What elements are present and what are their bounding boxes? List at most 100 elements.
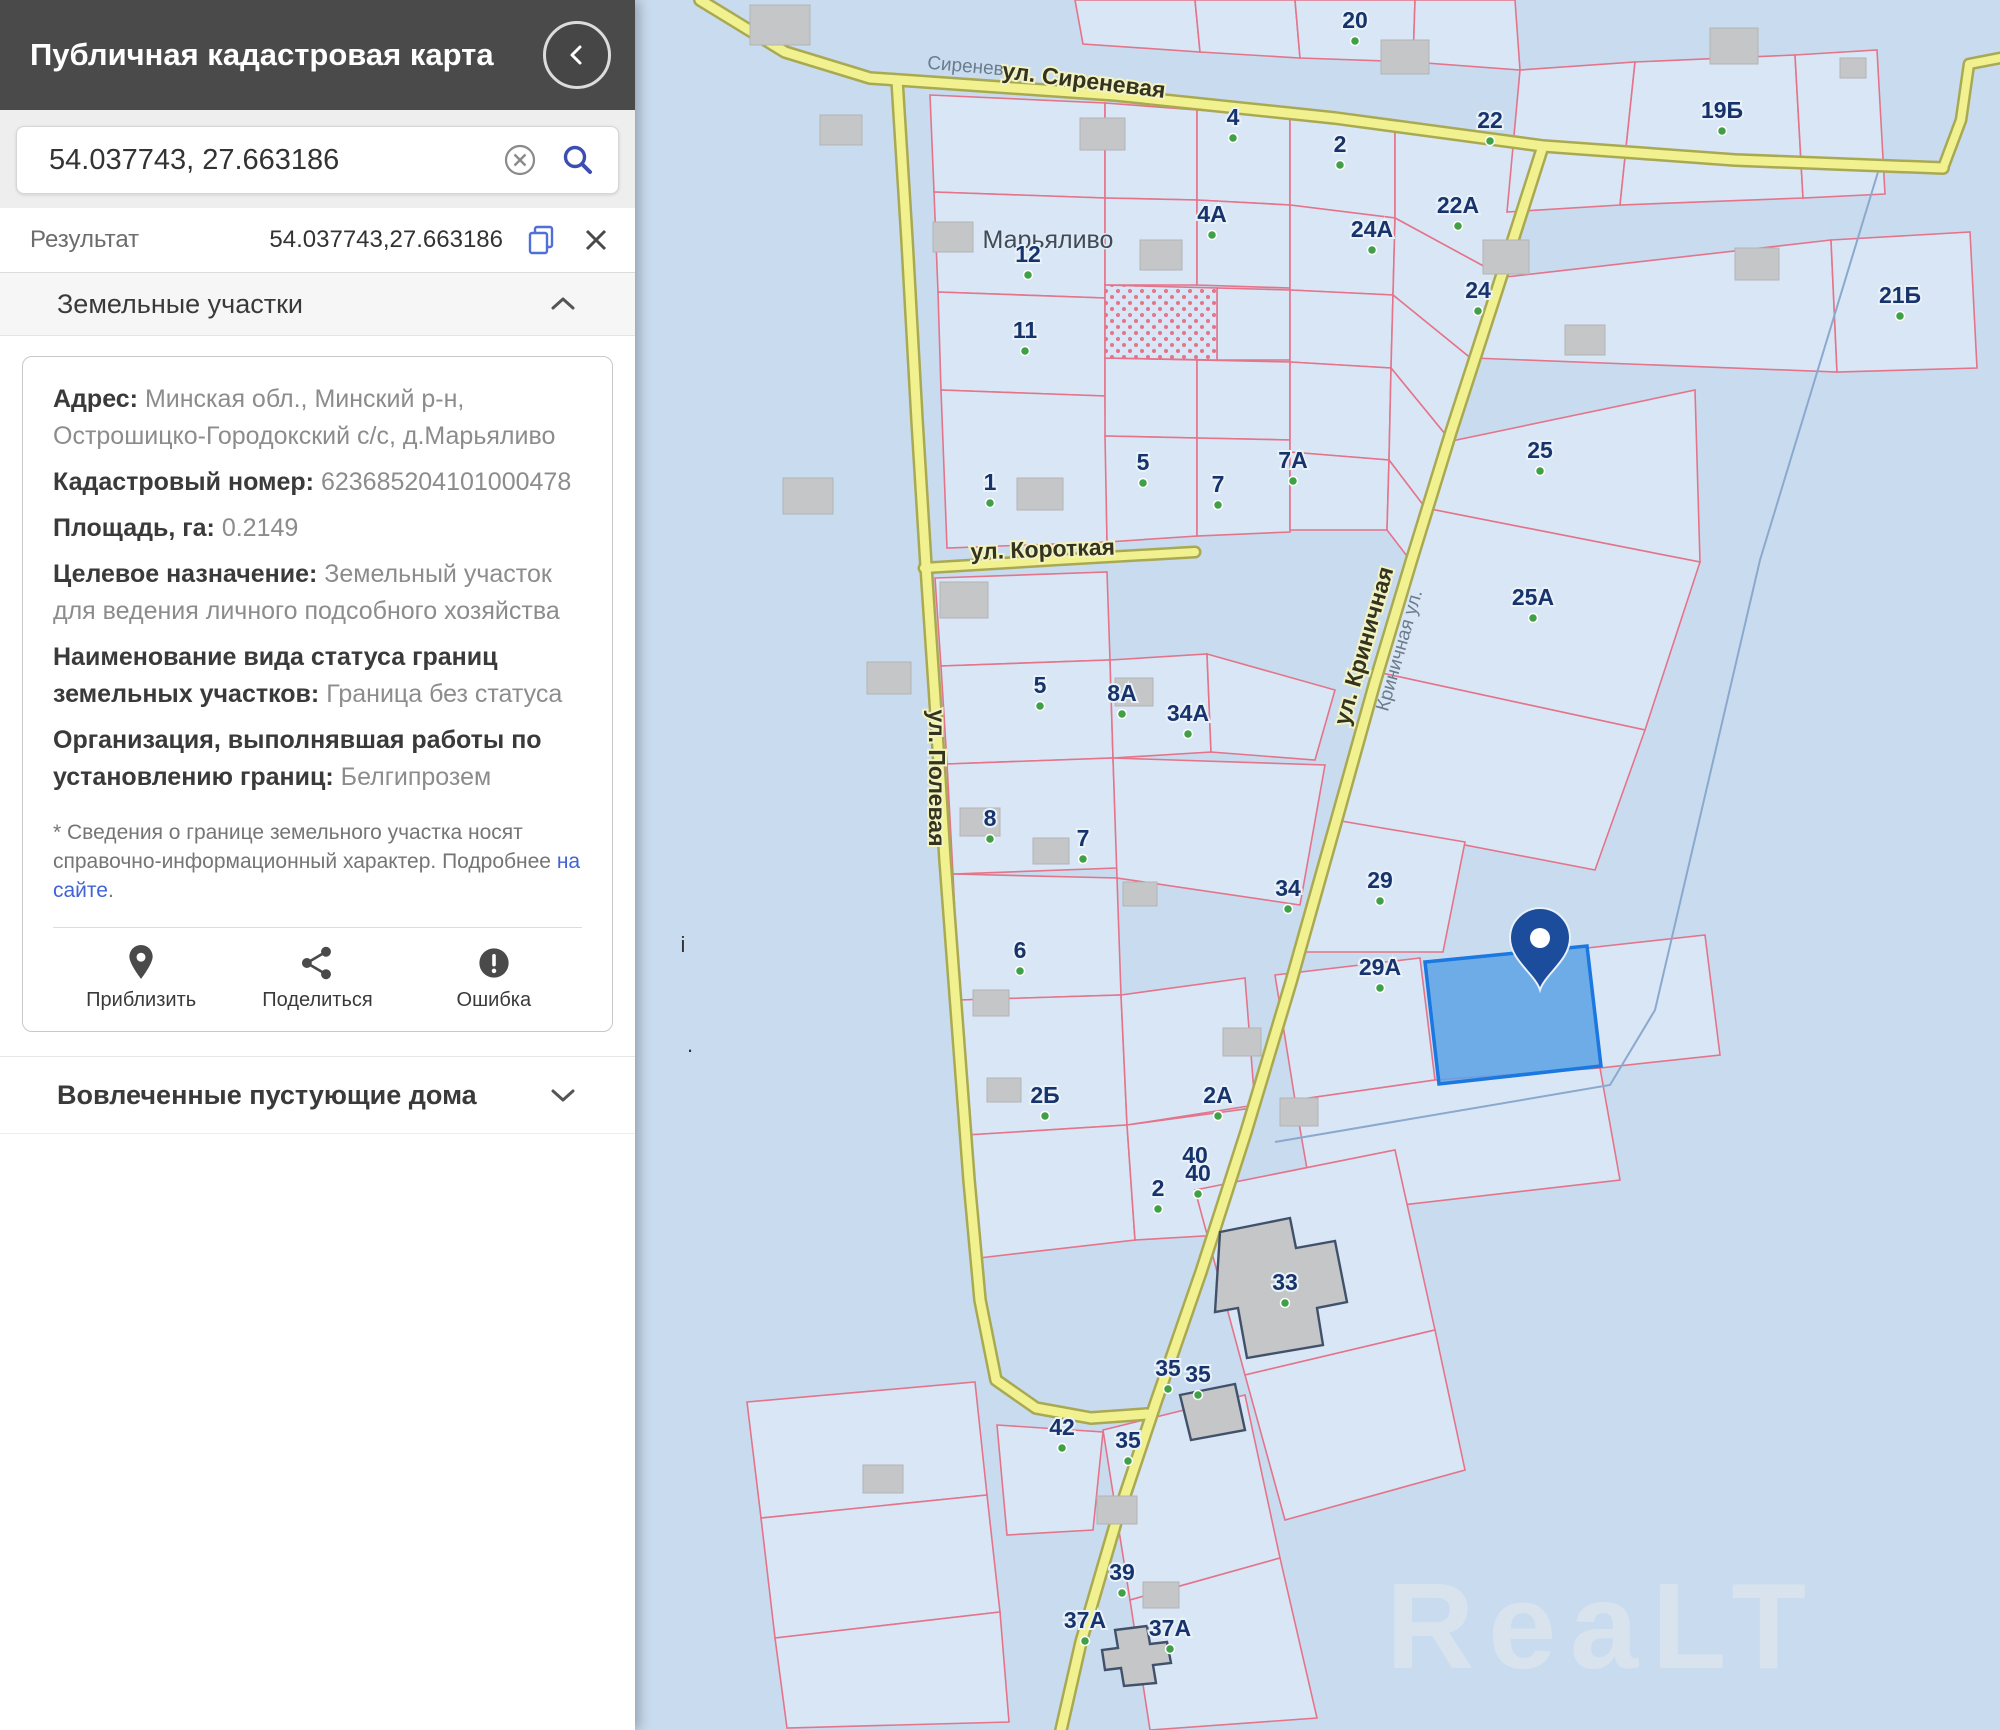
parcel-number: 2Б [1030,1082,1059,1108]
field-value: Белгипрозем [341,763,492,791]
parcel-number: 29А [1359,954,1401,980]
chevron-left-icon [563,41,591,69]
map-artifact: i [681,932,686,957]
cadastral-parcel[interactable] [997,1425,1103,1535]
street-label: ул. Короткая [970,533,1115,564]
building [1280,1098,1318,1126]
cadastral-parcel[interactable] [1197,360,1290,440]
map-artifact: . [687,1032,693,1057]
search-icon [560,142,596,178]
action-label: Поделиться [262,989,372,1012]
share-button[interactable]: Поделиться [229,944,405,1013]
cadastral-parcel[interactable] [930,95,1105,198]
parcel-number: 2 [1334,131,1347,157]
field-cadastral-number: Кадастровый номер: 623685204101000478 [53,464,582,501]
cadastral-parcel[interactable] [938,292,1105,396]
parcel-point [1194,1391,1203,1400]
field-area: Площадь, га: 0.2149 [53,510,582,547]
parcel-number: 29 [1367,867,1393,893]
parcel-point [1041,1112,1050,1121]
cadastral-parcel[interactable] [1587,935,1720,1068]
parcel-number: 8А [1107,680,1136,706]
disclaimer-note: * Сведения о границе земельного участка … [53,818,582,905]
cadastral-parcel[interactable] [1290,290,1393,368]
field-value: 0.2149 [222,514,298,542]
parcel-point [986,499,995,508]
cadastral-parcel[interactable] [1197,110,1290,205]
parcel-point [1214,1112,1223,1121]
parcel-number: 25А [1512,584,1554,610]
parcel-point [1058,1444,1067,1453]
parcel-point [1016,967,1025,976]
parcel-point [1079,855,1088,864]
building [867,662,911,694]
parcel-number: 25 [1527,437,1553,463]
pin-icon [124,945,158,981]
parcel-number: 35 [1185,1361,1211,1387]
building [933,222,973,252]
cadastral-parcel[interactable] [1105,358,1197,438]
section-land-parcels[interactable]: Земельные участки [0,273,635,336]
cadastral-parcel[interactable] [1075,0,1200,52]
building [1143,1582,1179,1608]
note-suffix: . [108,879,114,902]
cadastral-parcel[interactable] [1217,288,1290,360]
cadastral-parcel[interactable] [941,660,1113,764]
field-label: Адрес: [53,385,138,413]
field-value: Граница без статуса [326,680,562,708]
parcel-number: 21Б [1879,282,1921,308]
cadastral-parcel[interactable] [1105,436,1197,542]
parcel-number: 42 [1049,1414,1075,1440]
search-bar [16,126,619,194]
cadastral-parcel[interactable] [747,1382,987,1518]
share-icon [299,945,335,981]
building-outlined [1180,1384,1245,1440]
building [1483,240,1529,274]
clear-search-button[interactable] [502,142,538,178]
report-error-button[interactable]: Ошибка [406,944,582,1013]
section-empty-homes[interactable]: Вовлеченные пустующие дома [0,1056,635,1134]
chevron-up-icon [547,294,579,314]
app: Публичная кадастровая карта [0,0,2000,1730]
building [750,5,810,45]
building [1097,1496,1137,1524]
parcel-info-card: Адрес: Минская обл., Минский р-н, Острош… [22,356,613,1032]
parcel-point [1118,1589,1127,1598]
place-label: Марьяливо [983,226,1114,254]
parcel-number: 8 [984,805,997,831]
search-button[interactable] [560,142,596,178]
selected-parcel[interactable] [1425,946,1601,1084]
field-label: Площадь, га: [53,514,215,542]
building [820,115,862,145]
parcel-point [1081,1637,1090,1646]
cadastral-parcel[interactable] [1195,0,1300,58]
clear-icon [502,142,538,178]
cadastral-parcel[interactable] [1290,362,1391,460]
collapse-panel-button[interactable] [543,21,611,89]
parcel-number: 7 [1212,471,1225,497]
parcel-point [1118,710,1127,719]
parcel-point [1194,1190,1203,1199]
sidebar: Публичная кадастровая карта [0,0,635,1730]
cadastral-parcel[interactable] [1620,55,1803,205]
cadastral-parcel[interactable] [953,874,1121,1000]
map-container[interactable]: ул. СиреневаяСиреневул. Короткаяул. Поле… [635,0,2000,1730]
parcel-number: 7А [1278,447,1307,473]
building [1033,838,1069,864]
copy-coordinates-button[interactable] [525,223,559,257]
search-input[interactable] [47,143,480,178]
field-label: Целевое назначение: [53,560,317,588]
dotted-parcel[interactable] [1105,285,1217,360]
map-canvas[interactable]: ул. СиреневаяСиреневул. Короткаяул. Поле… [635,0,2000,1730]
parcel-point [986,835,995,844]
close-icon [581,225,611,255]
cadastral-parcel[interactable] [941,390,1107,548]
parcel-point [1024,271,1033,280]
field-purpose: Целевое назначение: Земельный участок дл… [53,556,582,630]
zoom-to-parcel-button[interactable]: Приблизить [53,944,229,1013]
cadastral-parcel[interactable] [967,1125,1135,1258]
parcel-number: 7 [1077,825,1090,851]
street-label: ул. Полевая [924,709,950,846]
parcel-number: 34А [1167,700,1209,726]
close-result-button[interactable] [581,225,611,255]
